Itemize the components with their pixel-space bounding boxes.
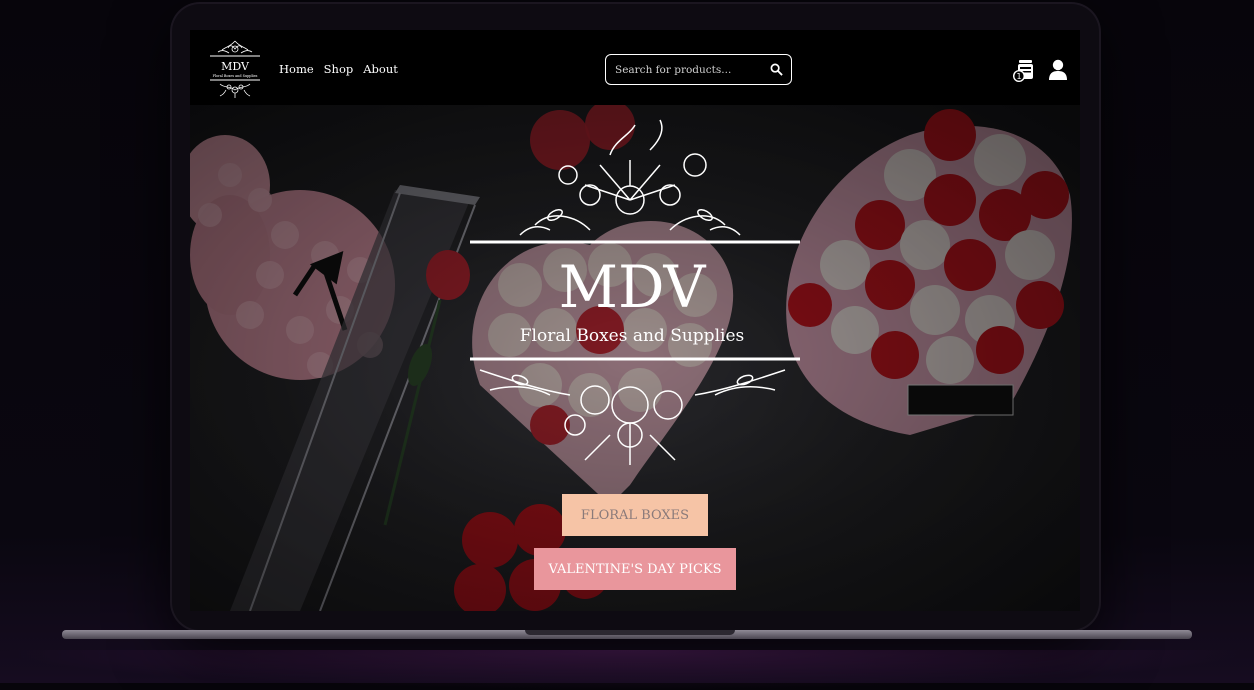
laptop-screen: MDV Floral Boxes and Supplies Home Shop …: [190, 30, 1080, 611]
nav-home[interactable]: Home: [279, 62, 314, 76]
shopping-bag-icon: 1: [1013, 60, 1033, 82]
nav-shop[interactable]: Shop: [324, 62, 354, 76]
brand-logo[interactable]: MDV Floral Boxes and Supplies: [204, 38, 266, 100]
search-input[interactable]: [613, 61, 767, 79]
cart-button[interactable]: 1: [1013, 59, 1037, 85]
floral-ornament-top: [519, 119, 741, 236]
cart-count: 1: [1016, 72, 1021, 81]
user-account-button[interactable]: [1048, 59, 1068, 81]
nav-about[interactable]: About: [363, 62, 398, 76]
logo-title: MDV: [221, 60, 250, 73]
hero-title: MDV: [559, 253, 707, 321]
floral-boxes-button[interactable]: FLORAL BOXES: [562, 494, 708, 536]
bottom-glow: [0, 650, 1254, 690]
hero-subtitle: Floral Boxes and Supplies: [520, 326, 744, 346]
logo-subtitle: Floral Boxes and Supplies: [213, 74, 258, 78]
search-icon[interactable]: [770, 63, 783, 76]
hero-banner: MDV Floral Boxes and Supplies FLORAL BOX…: [190, 105, 1080, 611]
user-icon: [1049, 59, 1067, 80]
laptop-hinge-notch: [525, 630, 735, 635]
floral-ornament-bottom: [479, 369, 786, 465]
search-box: [605, 54, 792, 85]
navbar: MDV Floral Boxes and Supplies Home Shop …: [190, 30, 1080, 105]
valentines-day-picks-button[interactable]: VALENTINE'S DAY PICKS: [534, 548, 736, 590]
main-nav: Home Shop About: [279, 62, 398, 76]
